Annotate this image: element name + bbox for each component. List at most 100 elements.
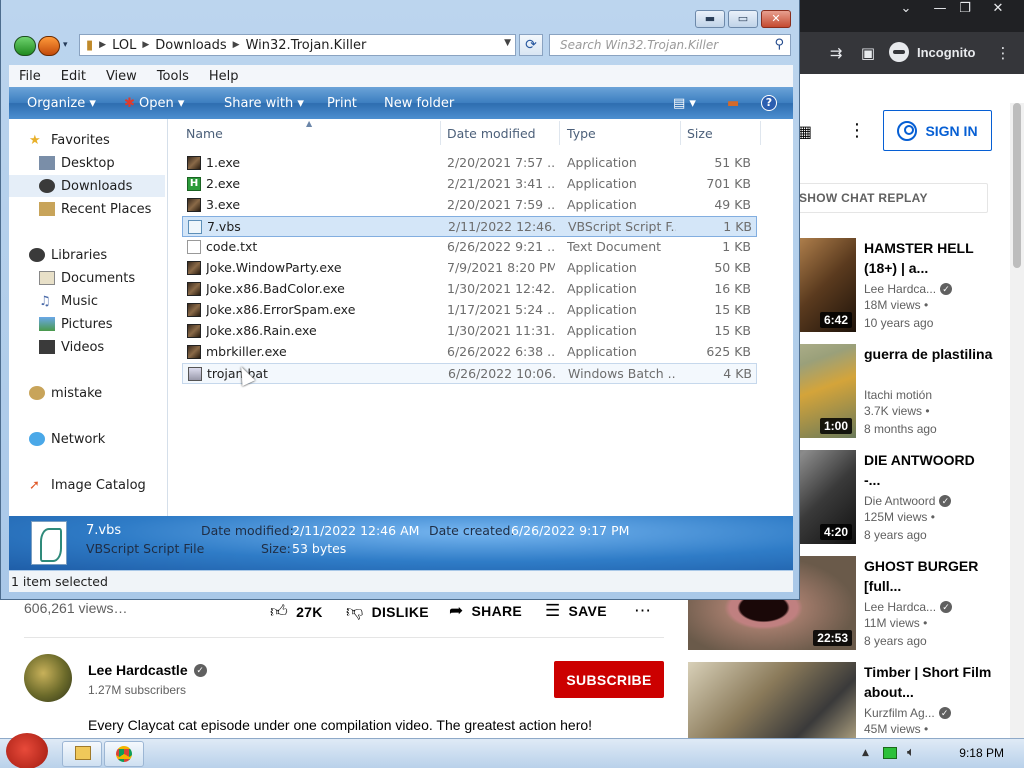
subscribe-button[interactable]: SUBSCRIBE xyxy=(554,661,664,698)
breadcrumb-item[interactable]: Win32.Trojan.Killer xyxy=(246,38,367,53)
apps-grid-icon[interactable]: ▦ xyxy=(797,122,817,141)
file-row-hovered[interactable]: trojan.bat 6/26/2022 10:06... Windows Batc… xyxy=(182,363,757,384)
video-views: 18M views • xyxy=(864,298,929,312)
nav-pictures[interactable]: Pictures xyxy=(39,313,112,335)
file-row[interactable]: Joke.x86.ErrorSpam.exe 1/17/2021 5:24 ...… xyxy=(182,300,757,321)
volume-icon[interactable]: 🔈︎ xyxy=(907,745,915,760)
taskbar-chrome-button[interactable] xyxy=(104,741,144,767)
file-type: Application xyxy=(567,260,637,275)
file-row[interactable]: Joke.x86.Rain.exe 1/30/2021 11:31... Appli… xyxy=(182,321,757,342)
clock[interactable]: 9:18 PM xyxy=(959,746,1004,760)
close-icon[interactable]: ✕ xyxy=(983,0,1013,20)
window-maximize-button[interactable]: ▭ xyxy=(728,10,758,28)
start-button[interactable] xyxy=(6,733,48,768)
video-title[interactable]: DIE ANTWOORD -... xyxy=(864,450,994,490)
network-tray-icon[interactable] xyxy=(883,747,897,759)
more-actions-icon[interactable]: ⋯ xyxy=(634,601,651,621)
channel-avatar[interactable] xyxy=(24,654,72,702)
recent-pages-icon[interactable]: ▾ xyxy=(63,40,68,50)
browser-menu-icon[interactable]: ⋮ xyxy=(992,43,1014,63)
nav-downloads[interactable]: Downloads xyxy=(9,175,165,197)
file-row[interactable]: H 2.exe 2/21/2021 3:41 ... Application 701 K… xyxy=(182,174,757,195)
search-input[interactable]: Search Win32.Trojan.Killer ⚲ xyxy=(549,34,791,56)
file-row[interactable]: 3.exe 2/20/2021 7:59 ... Application 49 KB xyxy=(182,195,757,216)
column-size[interactable]: Size xyxy=(687,126,713,141)
address-bar[interactable]: ▮ ▶ LOL ▶ Downloads ▶ Win32.Trojan.Kille… xyxy=(79,34,516,56)
organize-button[interactable]: Organize ▾ xyxy=(27,96,96,111)
nav-libraries[interactable]: Libraries xyxy=(29,244,107,266)
nav-mistake[interactable]: mistake xyxy=(29,382,102,404)
channel-name[interactable]: Itachi motión xyxy=(864,388,932,402)
channel-name[interactable]: Die Antwoord xyxy=(864,494,935,508)
file-row-selected[interactable]: 7.vbs 2/11/2022 12:46... VBScript Script F… xyxy=(182,216,757,237)
file-size: 16 KB xyxy=(714,281,751,296)
channel-name[interactable]: Kurzfilm Ag... xyxy=(864,706,935,720)
breadcrumb-item[interactable]: LOL xyxy=(112,38,136,53)
dislike-button[interactable]: 👎︎ DISLIKE xyxy=(346,601,429,622)
column-date-modified[interactable]: Date modified xyxy=(447,126,536,141)
video-title[interactable]: GHOST BURGER [full... xyxy=(864,556,994,596)
channel-name[interactable]: Lee Hardcastle ✓ xyxy=(88,662,207,678)
chat-replay-button[interactable]: SHOW CHAT REPLAY xyxy=(780,183,988,213)
video-title[interactable]: guerra de plastilina xyxy=(864,344,994,384)
print-button[interactable]: Print xyxy=(327,96,357,111)
taskbar-explorer-button[interactable] xyxy=(62,741,102,767)
column-divider[interactable] xyxy=(760,121,761,145)
breadcrumb-item[interactable]: Downloads xyxy=(155,38,226,53)
channel-name[interactable]: Lee Hardca... xyxy=(864,282,936,296)
back-button[interactable] xyxy=(14,36,36,56)
column-divider[interactable] xyxy=(559,121,560,145)
nav-image-catalog[interactable]: ➚ Image Catalog xyxy=(29,474,146,496)
column-name[interactable]: Name xyxy=(186,126,223,141)
change-view-icon[interactable]: ▤ ▾ xyxy=(673,96,696,111)
menu-help[interactable]: Help xyxy=(199,69,249,84)
show-hidden-icons[interactable]: ▲ xyxy=(862,748,869,758)
details-created-value: 6/26/2022 9:17 PM xyxy=(511,523,630,538)
nav-videos[interactable]: Videos xyxy=(39,336,104,358)
save-button[interactable]: ☰ SAVE xyxy=(545,601,607,621)
window-minimize-button[interactable]: ▬ xyxy=(695,10,725,28)
forward-button[interactable] xyxy=(38,36,60,56)
new-folder-button[interactable]: New folder xyxy=(384,96,454,111)
sign-in-button[interactable]: SIGN IN xyxy=(883,110,992,151)
menu-edit[interactable]: Edit xyxy=(51,69,96,84)
menu-view[interactable]: View xyxy=(96,69,147,84)
file-row[interactable]: 1.exe 2/20/2021 7:57 ... Application 51 KB xyxy=(182,153,757,174)
column-divider[interactable] xyxy=(440,121,441,145)
restore-icon[interactable]: ❐ xyxy=(950,0,980,20)
help-icon[interactable]: ? xyxy=(761,95,777,111)
column-type[interactable]: Type xyxy=(567,126,596,141)
refresh-button[interactable]: ⟳ xyxy=(519,34,543,56)
file-row[interactable]: code.txt 6/26/2022 9:21 ... Text Document 1… xyxy=(182,237,757,258)
window-close-button[interactable]: ✕ xyxy=(761,10,791,28)
chevron-down-icon[interactable]: ▼ xyxy=(504,38,511,48)
preview-pane-icon[interactable]: ▬ xyxy=(727,96,739,111)
more-options-icon[interactable]: ⋮ xyxy=(848,120,866,142)
file-row[interactable]: Joke.WindowParty.exe 7/9/2021 8:20 PM Appl… xyxy=(182,258,757,279)
incognito-indicator[interactable]: Incognito xyxy=(889,42,976,62)
search-icon[interactable]: ⚲ xyxy=(774,35,784,55)
share-button[interactable]: ➦ SHARE xyxy=(449,601,522,621)
file-row[interactable]: Joke.x86.BadColor.exe 1/30/2021 12:42... A… xyxy=(182,279,757,300)
nav-desktop[interactable]: Desktop xyxy=(39,152,115,174)
nav-favorites[interactable]: ★ Favorites xyxy=(29,129,110,151)
nav-music[interactable]: ♫ Music xyxy=(39,290,98,312)
channel-name[interactable]: Lee Hardca... xyxy=(864,600,936,614)
file-row[interactable]: mbrkiller.exe 6/26/2022 6:38 ... Applicati… xyxy=(182,342,757,363)
menu-file[interactable]: File xyxy=(9,69,51,84)
chevron-down-icon[interactable]: ⌄ xyxy=(891,0,921,20)
open-button[interactable]: ✱ Open ▾ xyxy=(124,96,184,111)
video-title[interactable]: Timber | Short Film about... xyxy=(864,662,994,702)
taskbar: ▲ 🔈︎ 9:18 PM xyxy=(0,733,1024,768)
video-title[interactable]: HAMSTER HELL (18+) | a... xyxy=(864,238,994,278)
media-control-icon[interactable]: ⇉ xyxy=(825,43,847,63)
incognito-label: Incognito xyxy=(917,44,976,60)
like-button[interactable]: 👍︎ 27K xyxy=(270,601,323,622)
nav-recent-places[interactable]: Recent Places xyxy=(39,198,151,220)
side-panel-icon[interactable]: ▣ xyxy=(857,43,879,63)
nav-documents[interactable]: Documents xyxy=(39,267,135,289)
menu-tools[interactable]: Tools xyxy=(147,69,199,84)
nav-network[interactable]: Network xyxy=(29,428,105,450)
share-with-button[interactable]: Share with ▾ xyxy=(224,96,304,111)
column-divider[interactable] xyxy=(680,121,681,145)
